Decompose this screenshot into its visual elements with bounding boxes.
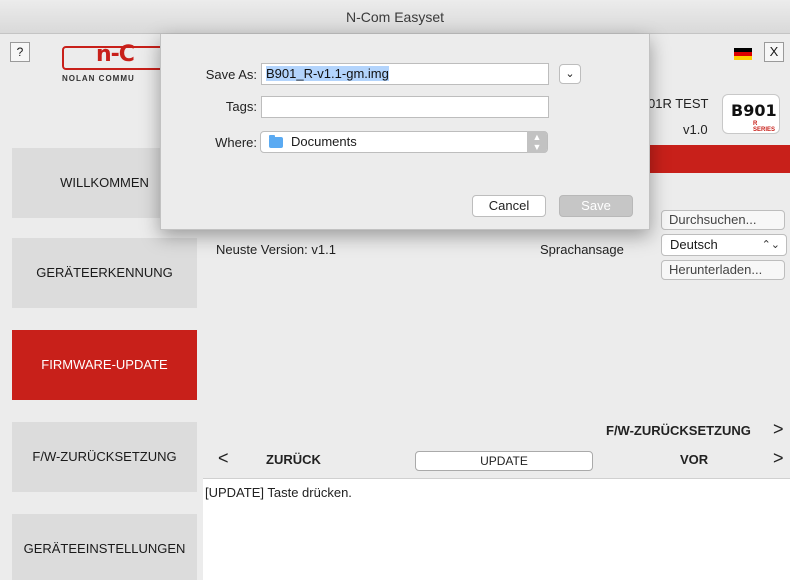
- tags-input[interactable]: [261, 96, 549, 118]
- device-version: v1.0: [683, 122, 708, 137]
- device-badge-series: R SERIES: [753, 121, 776, 133]
- expand-dialog-button[interactable]: ⌄: [559, 64, 581, 84]
- chevron-updown-icon: ⌃⌄: [761, 239, 780, 251]
- window-title-bar: N-Com Easyset: [0, 0, 790, 34]
- chevron-updown-icon: ▲ ▼: [527, 131, 547, 153]
- chevron-right-icon[interactable]: >: [773, 448, 784, 469]
- where-select[interactable]: Documents ▲ ▼: [260, 131, 548, 153]
- device-badge-model: B901: [731, 101, 777, 120]
- logo-subtitle: NOLAN COMMU: [62, 74, 135, 83]
- sidebar-item-geraeteeinstellungen[interactable]: GERÄTEEINSTELLUNGEN: [12, 514, 197, 580]
- sidebar-item-firmware-update[interactable]: FIRMWARE-UPDATE: [12, 330, 197, 400]
- ncom-logo: n-C NOLAN COMMU: [62, 42, 172, 90]
- next-button[interactable]: VOR: [680, 452, 708, 467]
- sidebar-item-label: GERÄTEEINSTELLUNGEN: [23, 541, 186, 556]
- log-line: [UPDATE] Taste drücken.: [205, 485, 352, 500]
- filename-value: B901_R-v1.1-gm.img: [266, 66, 389, 81]
- tags-label: Tags:: [225, 99, 257, 114]
- back-button[interactable]: ZURÜCK: [266, 452, 321, 467]
- chevron-left-icon[interactable]: <: [218, 448, 229, 469]
- browse-button[interactable]: Durchsuchen...: [661, 210, 785, 230]
- close-button[interactable]: X: [764, 42, 784, 62]
- device-badge: B901 R SERIES: [722, 94, 780, 134]
- save-button[interactable]: Save: [559, 195, 633, 217]
- latest-version-text: Neuste Version: v1.1: [216, 242, 336, 257]
- sidebar-item-label: FIRMWARE-UPDATE: [41, 357, 168, 372]
- save-as-label: Save As:: [205, 67, 257, 82]
- sidebar-item-geraeteerkennung[interactable]: GERÄTEERKENNUNG: [12, 238, 197, 308]
- chevron-down-icon: ⌄: [565, 68, 575, 80]
- sidebar-item-label: WILLKOMMEN: [60, 175, 149, 190]
- filename-input[interactable]: B901_R-v1.1-gm.img: [261, 63, 549, 85]
- german-flag-icon[interactable]: [734, 48, 752, 60]
- logo-mark: n-C: [96, 42, 135, 67]
- save-dialog: Save As: B901_R-v1.1-gm.img ⌄ Tags: Wher…: [160, 34, 650, 230]
- chevron-right-icon[interactable]: >: [773, 419, 784, 440]
- cancel-button[interactable]: Cancel: [472, 195, 546, 217]
- folder-icon: [269, 135, 283, 148]
- sidebar-item-fw-zuruecksetzung[interactable]: F/W-ZURÜCKSETZUNG: [12, 422, 197, 492]
- window-title: N-Com Easyset: [345, 9, 445, 25]
- device-name: 01R TEST: [648, 96, 709, 111]
- update-button[interactable]: UPDATE: [415, 451, 593, 471]
- where-value: Documents: [291, 134, 357, 149]
- language-select-value: Deutsch: [670, 237, 718, 252]
- sidebar-item-label: F/W-ZURÜCKSETZUNG: [32, 449, 177, 464]
- sidebar-item-label: GERÄTEERKENNUNG: [36, 265, 173, 280]
- fw-reset-link[interactable]: F/W-ZURÜCKSETZUNG: [606, 423, 751, 438]
- voice-prompt-label: Sprachansage: [540, 242, 624, 257]
- language-select[interactable]: Deutsch ⌃⌄: [661, 234, 787, 256]
- where-label: Where:: [215, 135, 257, 150]
- main-panel: Durchsuchen... Neuste Version: v1.1 Spra…: [200, 173, 790, 580]
- log-output: [UPDATE] Taste drücken.: [203, 478, 790, 580]
- download-button[interactable]: Herunterladen...: [661, 260, 785, 280]
- help-button[interactable]: ?: [10, 42, 30, 62]
